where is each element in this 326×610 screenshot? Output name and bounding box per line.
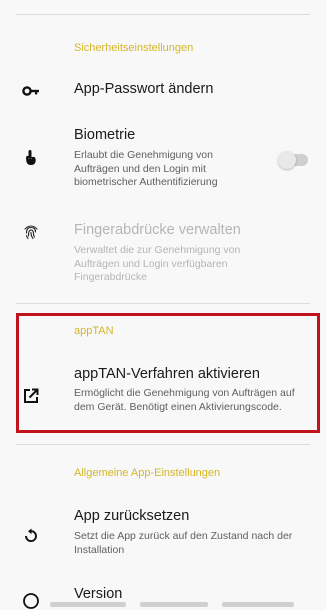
- bottom-nav-segment: [222, 602, 294, 607]
- row-fingerprints-title: Fingerabdrücke verwalten: [74, 222, 241, 238]
- row-biometrics-desc: Erlaubt die Genehmigung von Aufträgen un…: [74, 149, 218, 188]
- row-version-title: Version: [74, 586, 123, 602]
- toggle-thumb: [278, 151, 296, 169]
- row-fingerprints-desc: Verwaltet die zur Genehmigung von Aufträ…: [74, 244, 241, 283]
- key-icon: [22, 86, 39, 96]
- section-divider-2: [16, 444, 310, 445]
- section-title-security: Sicherheitseinstellungen: [74, 42, 194, 54]
- reset-icon: [25, 528, 37, 542]
- section-title-general: Allgemeine App-Einstellungen: [74, 467, 221, 479]
- bottom-nav-segment: [140, 602, 208, 607]
- apptan-highlight-box: [16, 313, 320, 433]
- row-app-password-title: App-Passwort ändern: [74, 81, 214, 97]
- row-reset-title: App zurücksetzen: [74, 508, 190, 524]
- row-biometrics-title: Biometrie: [74, 127, 136, 143]
- row-reset-desc: Setzt die App zurück auf den Zustand nac…: [74, 530, 293, 556]
- bottom-nav-segment: [50, 602, 126, 607]
- fingerprint-icon: [24, 225, 38, 240]
- section-divider-1: [16, 303, 310, 304]
- top-divider: [16, 14, 310, 15]
- info-icon: [23, 593, 39, 609]
- touch-icon: [26, 150, 36, 165]
